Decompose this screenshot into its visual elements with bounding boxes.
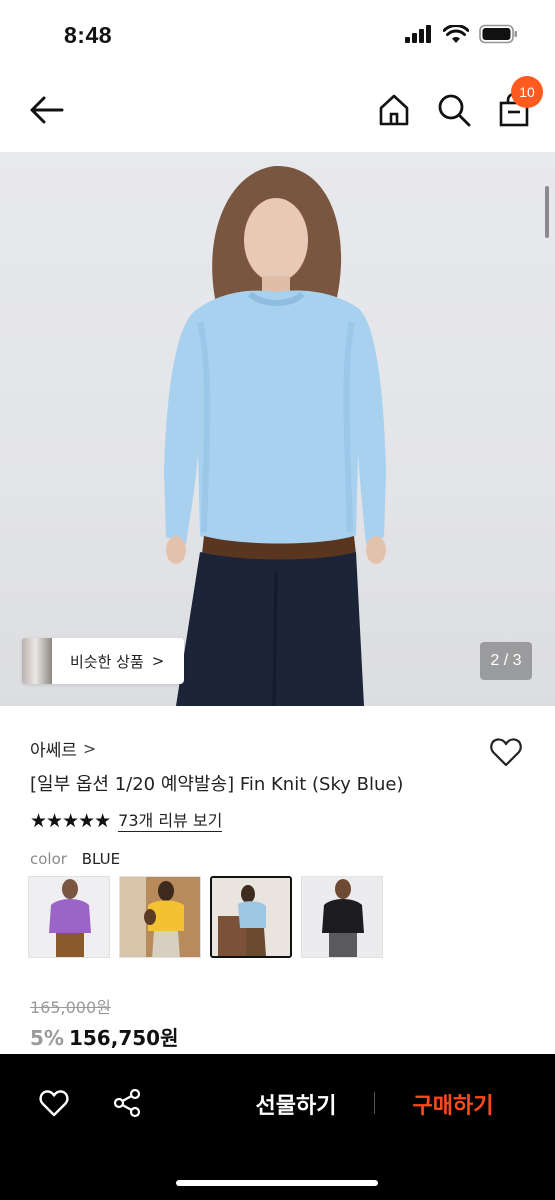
wifi-icon <box>443 24 469 43</box>
home-indicator <box>176 1180 378 1186</box>
color-label: color <box>30 850 67 868</box>
original-price: 165,000원 <box>30 998 111 1017</box>
heart-icon <box>490 738 522 767</box>
rating-row: ★★★★★ 73개 리뷰 보기 <box>30 808 223 834</box>
product-photo <box>164 165 386 706</box>
color-swatches <box>28 876 383 958</box>
color-swatch-purple[interactable] <box>28 876 110 958</box>
review-link[interactable]: 73개 리뷰 보기 <box>118 811 223 832</box>
search-button[interactable] <box>436 92 472 128</box>
swatch-image <box>49 879 91 957</box>
status-bar: 8:48 <box>0 0 555 70</box>
battery-icon <box>479 24 517 44</box>
wishlist-button[interactable] <box>488 734 524 770</box>
swatch-image <box>212 878 290 956</box>
back-arrow-icon <box>30 96 64 124</box>
home-button[interactable] <box>376 92 412 128</box>
signal-icon <box>405 25 431 43</box>
heart-icon <box>39 1090 69 1117</box>
image-page-counter: 2 / 3 <box>480 642 532 680</box>
cart-count-badge: 10 <box>511 76 543 108</box>
scroll-indicator <box>545 186 549 238</box>
share-button[interactable] <box>112 1088 142 1118</box>
swatch-image <box>322 879 364 957</box>
search-icon <box>438 94 471 127</box>
similar-products-button[interactable]: 비슷한 상품 > <box>22 638 184 684</box>
brand-link[interactable]: 아쎄르 > <box>30 736 96 761</box>
status-time: 8:48 <box>64 22 113 48</box>
nav-bar <box>0 70 555 152</box>
color-row: color BLUE <box>30 850 120 868</box>
buy-button[interactable]: 구매하기 <box>396 1088 510 1120</box>
discount-rate: 5% <box>30 1026 64 1050</box>
gift-button[interactable]: 선물하기 <box>240 1088 352 1120</box>
status-icons <box>405 24 519 44</box>
sale-price: 156,750원 <box>68 1026 179 1050</box>
color-value: BLUE <box>81 850 121 868</box>
bottom-wishlist-button[interactable] <box>38 1088 70 1118</box>
product-title: [일부 옵션 1/20 예약발송] Fin Knit (Sky Blue) <box>30 774 404 795</box>
chevron-right-icon: > <box>151 652 165 670</box>
swatch-image <box>120 877 200 957</box>
similar-products-label: 비슷한 상품 <box>70 652 144 671</box>
color-swatch-yellow[interactable] <box>119 876 201 958</box>
color-swatch-black[interactable] <box>301 876 383 958</box>
chevron-right-icon: > <box>82 739 97 758</box>
bottom-action-bar: 선물하기 구매하기 <box>0 1054 555 1200</box>
divider <box>374 1092 375 1114</box>
color-swatch-sky-blue[interactable] <box>210 876 292 958</box>
brand-name: 아쎄르 <box>30 741 77 761</box>
product-image-gallery[interactable]: 비슷한 상품 > 2 / 3 <box>0 152 555 706</box>
home-icon <box>379 94 409 126</box>
price-row: 5% 156,750원 <box>30 1022 178 1051</box>
rating-stars: ★★★★★ <box>30 810 111 832</box>
similar-product-thumbnail <box>22 638 52 684</box>
share-icon <box>113 1088 141 1118</box>
back-button[interactable] <box>26 92 66 128</box>
